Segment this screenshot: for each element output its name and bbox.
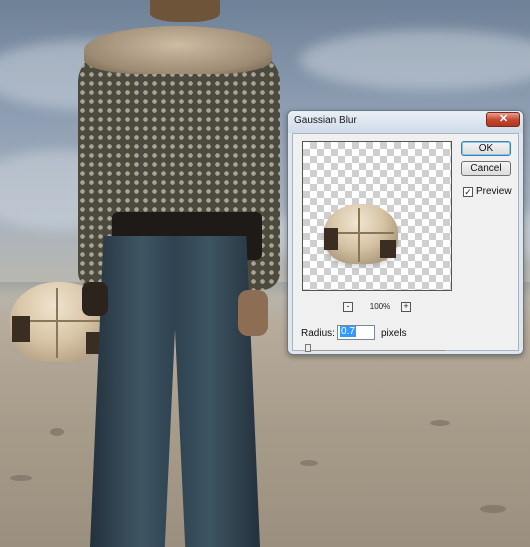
person-jeans bbox=[90, 236, 260, 547]
zoom-out-button[interactable]: - bbox=[343, 302, 353, 312]
radius-units: pixels bbox=[381, 328, 407, 339]
pebble bbox=[10, 475, 32, 481]
person-hair bbox=[150, 0, 220, 22]
close-button[interactable]: ✕ bbox=[486, 112, 520, 127]
person-right-hand bbox=[238, 290, 268, 336]
checkmark-icon: ✓ bbox=[464, 187, 472, 197]
dialog-body: - 100% + OK Cancel ✓ Preview Radius: 0.7… bbox=[292, 133, 519, 352]
gaussian-blur-dialog: Gaussian Blur ✕ - 100% + OK Cancel ✓ Pre… bbox=[287, 110, 524, 355]
sphere-seam bbox=[56, 288, 58, 358]
pebble bbox=[300, 460, 318, 466]
preview-checkbox[interactable]: ✓ bbox=[463, 187, 473, 197]
preview-sphere bbox=[324, 204, 398, 264]
zoom-level: 100% bbox=[369, 302, 391, 311]
filter-preview-pane[interactable] bbox=[302, 141, 452, 291]
person-fur-hood bbox=[84, 26, 272, 74]
radius-slider-thumb[interactable] bbox=[305, 344, 311, 352]
pebble bbox=[50, 428, 64, 436]
preview-sphere-seam bbox=[358, 208, 360, 262]
preview-sphere-hole bbox=[380, 240, 396, 258]
pebble bbox=[480, 505, 506, 513]
sphere-hole bbox=[12, 316, 30, 342]
cloud bbox=[300, 30, 530, 90]
pebble bbox=[430, 420, 450, 426]
zoom-in-icon: + bbox=[403, 301, 409, 311]
dialog-titlebar[interactable]: Gaussian Blur ✕ bbox=[288, 111, 523, 133]
person-left-hand bbox=[82, 282, 108, 316]
preview-sphere-hole bbox=[324, 228, 338, 250]
close-icon: ✕ bbox=[499, 113, 509, 125]
ok-button[interactable]: OK bbox=[461, 141, 511, 156]
dialog-title: Gaussian Blur bbox=[294, 115, 357, 126]
radius-value: 0.7 bbox=[340, 326, 356, 337]
cancel-button[interactable]: Cancel bbox=[461, 161, 511, 176]
radius-label: Radius: bbox=[301, 328, 335, 339]
zoom-in-button[interactable]: + bbox=[401, 302, 411, 312]
preview-label[interactable]: Preview bbox=[476, 186, 512, 197]
radius-input[interactable]: 0.7 bbox=[337, 325, 375, 340]
zoom-out-icon: - bbox=[346, 301, 350, 311]
radius-slider-track[interactable] bbox=[305, 350, 445, 351]
